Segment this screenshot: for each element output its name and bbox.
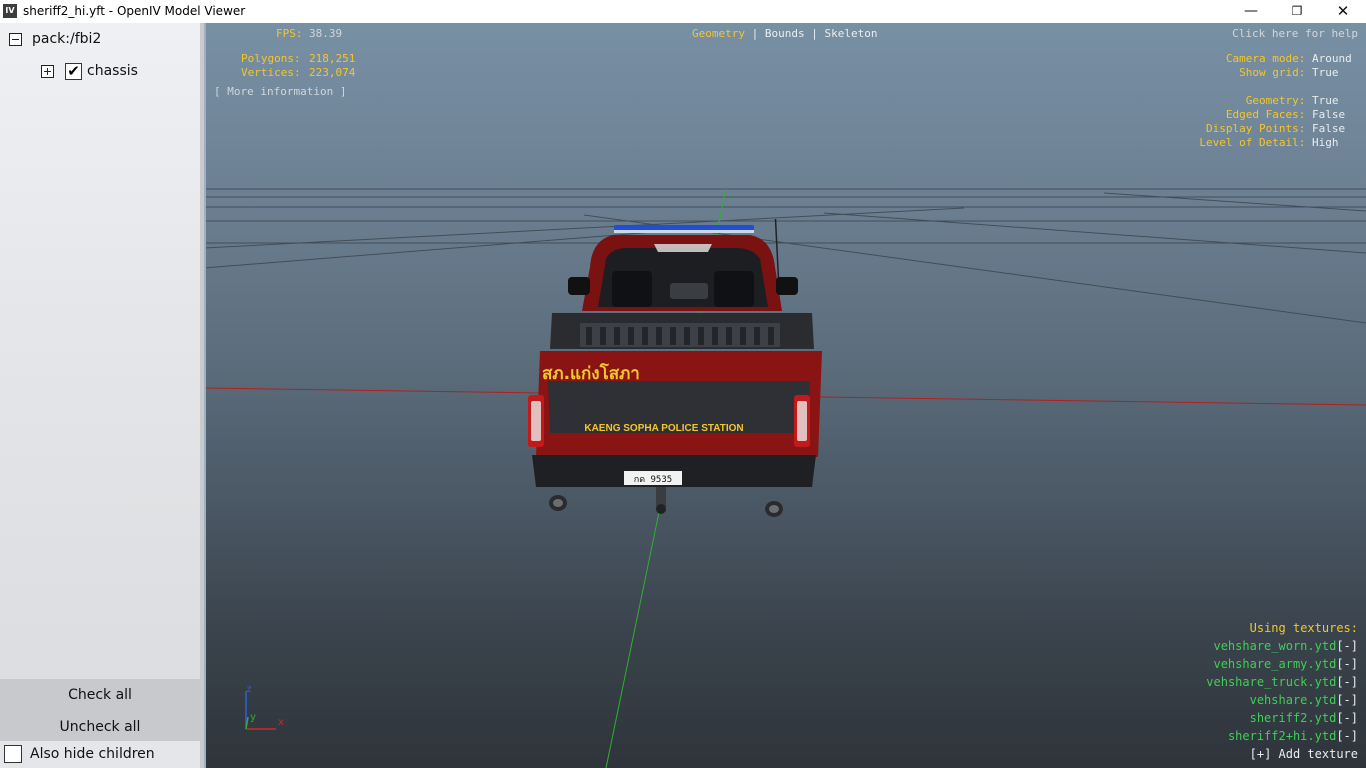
setting-edged-faces[interactable]: Edged Faces: False — [1199, 108, 1354, 122]
tree-item-root[interactable]: pack:/fbi2 — [0, 29, 200, 51]
axis-z-label: z — [246, 684, 252, 695]
view-mode-tabs: Geometry | Bounds | Skeleton — [692, 27, 877, 40]
help-link[interactable]: Click here for help — [1232, 27, 1358, 40]
setting-display-points[interactable]: Display Points: False — [1199, 122, 1354, 136]
also-hide-children-checkbox[interactable] — [4, 745, 22, 763]
textures-header: Using textures: — [1249, 621, 1358, 635]
vehicle-model: กด 9535 สภ.แก่งโสภา KAENG SOPHA POLICE S… — [528, 219, 822, 517]
station-name-decal: KAENG SOPHA POLICE STATION — [584, 423, 743, 434]
polygons-value: 218,251 — [309, 52, 356, 65]
thai-station-decal: สภ.แก่งโสภา — [542, 363, 640, 384]
vertices-label: Vertices: — [241, 66, 301, 79]
maximize-button[interactable]: ❐ — [1274, 0, 1320, 23]
minimize-button[interactable]: — — [1228, 0, 1274, 23]
fps-value: 38.39 — [309, 27, 343, 40]
plate-text: กด 9535 — [634, 475, 672, 485]
viewport-border — [204, 23, 206, 768]
viewer-settings: Camera mode: Around Show grid: True Geom… — [1199, 52, 1354, 150]
check-all-button[interactable]: Check all — [0, 680, 200, 710]
texture-item: sheriff2+hi.ytd[-] — [1227, 729, 1358, 743]
tab-skeleton[interactable]: Skeleton — [824, 27, 877, 40]
axis-y-label: y — [250, 712, 256, 723]
window-title: sheriff2_hi.yft - OpenIV Model Viewer — [23, 4, 246, 18]
polygons-label: Polygons: — [241, 52, 301, 65]
remove-texture-button[interactable]: [-] — [1336, 693, 1358, 707]
remove-texture-button[interactable]: [-] — [1336, 675, 1358, 689]
texture-item: vehshare.ytd[-] — [1249, 693, 1358, 707]
visibility-buttons: Check all Uncheck all — [0, 679, 200, 741]
tab-bounds[interactable]: Bounds — [765, 27, 805, 40]
texture-item: sheriff2.ytd[-] — [1249, 711, 1358, 725]
vertices-value: 223,074 — [309, 66, 356, 79]
remove-texture-button[interactable]: [-] — [1336, 639, 1358, 653]
setting-camera-mode[interactable]: Camera mode: Around — [1199, 52, 1354, 66]
fps-label: FPS: — [276, 27, 303, 40]
also-hide-children-row[interactable]: Also hide children — [0, 741, 200, 768]
remove-texture-button[interactable]: [-] — [1336, 657, 1358, 671]
model-viewport[interactable]: FPS: 38.39 Polygons: 218,251 Vertices: 2… — [204, 23, 1366, 768]
more-information-link[interactable]: [ More information ] — [214, 85, 346, 98]
setting-show-grid[interactable]: Show grid: True — [1199, 66, 1354, 80]
tab-separator: | — [811, 27, 818, 40]
tree-label-root: pack:/fbi2 — [32, 31, 102, 47]
axis-x-label: x — [278, 717, 284, 728]
texture-item: vehshare_army.ytd[-] — [1213, 657, 1358, 671]
close-button[interactable]: ✕ — [1320, 0, 1366, 23]
collapse-icon[interactable] — [9, 33, 22, 46]
model-tree-panel: pack:/fbi2 ✔ chassis Check all Uncheck a… — [0, 23, 204, 768]
tab-geometry[interactable]: Geometry — [692, 27, 745, 40]
texture-item: vehshare_truck.ytd[-] — [1206, 675, 1358, 689]
textures-panel: Using textures: vehshare_worn.ytd[-] veh… — [1206, 619, 1358, 763]
tree-item-chassis[interactable]: ✔ chassis — [0, 61, 200, 83]
tree-label-chassis: chassis — [87, 63, 138, 79]
title-bar: IV sheriff2_hi.yft - OpenIV Model Viewer… — [0, 0, 1366, 23]
tab-separator: | — [751, 27, 759, 40]
app-icon: IV — [3, 4, 17, 18]
expand-icon[interactable] — [41, 65, 54, 78]
setting-level-of-detail[interactable]: Level of Detail: High — [1199, 136, 1354, 150]
uncheck-all-button[interactable]: Uncheck all — [0, 712, 200, 742]
chassis-checkbox[interactable]: ✔ — [65, 63, 82, 80]
also-hide-children-label: Also hide children — [30, 746, 155, 762]
texture-item: vehshare_worn.ytd[-] — [1213, 639, 1358, 653]
setting-geometry[interactable]: Geometry: True — [1199, 94, 1354, 108]
remove-texture-button[interactable]: [-] — [1336, 729, 1358, 743]
add-texture-button[interactable]: [+] Add texture — [1206, 745, 1358, 763]
axis-gizmo: z y x — [245, 684, 284, 730]
remove-texture-button[interactable]: [-] — [1336, 711, 1358, 725]
